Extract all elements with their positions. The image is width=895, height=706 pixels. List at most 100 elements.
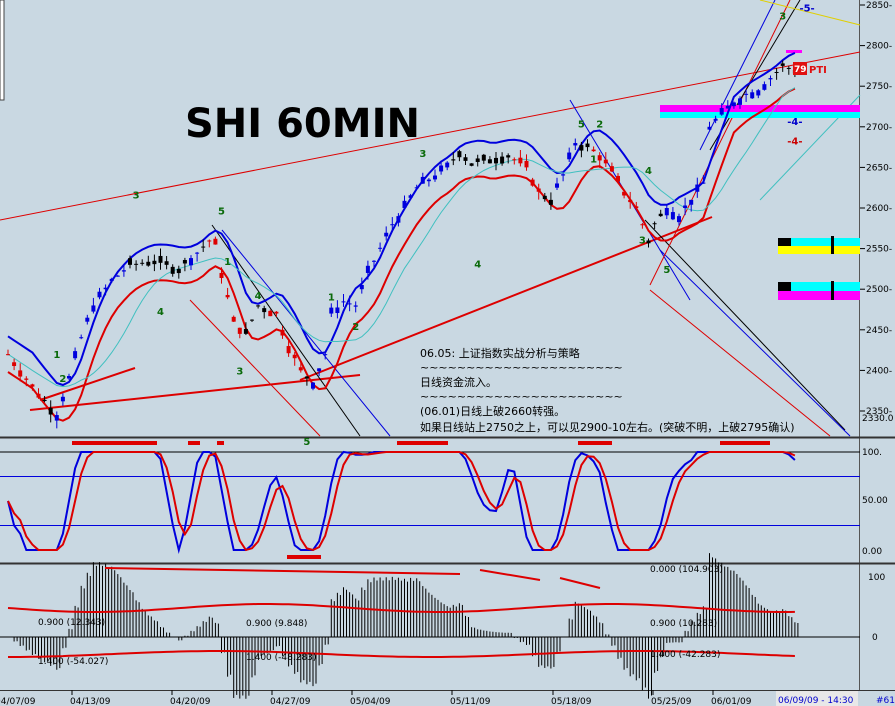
candle-body [481, 154, 486, 161]
last-price-label: 2330.0 [862, 414, 894, 424]
osc-tick-100: 100 [868, 573, 885, 583]
candle-body [115, 275, 120, 277]
candle-body [207, 240, 212, 242]
candle-body [603, 159, 608, 164]
candle-body [573, 143, 578, 146]
candle-body [640, 224, 645, 226]
date-label: 05/11/09 [450, 697, 491, 706]
candle-body [280, 329, 285, 336]
overbought-bar [397, 441, 448, 445]
candle-body [670, 212, 675, 220]
candle-body [79, 337, 84, 339]
zone-yellow [778, 246, 860, 254]
candle-body [731, 102, 736, 107]
candle-body [396, 216, 401, 223]
candle-body [158, 255, 163, 263]
price-tick-label: 2800- [866, 42, 892, 52]
count-label: 2 [596, 120, 603, 131]
candle-body [30, 384, 35, 387]
candle-body [164, 261, 169, 265]
candle-body [561, 174, 566, 176]
candle-body [707, 126, 712, 130]
candle-body [250, 319, 254, 321]
candle-body [6, 354, 10, 356]
price-tick-label: 2550- [866, 245, 892, 255]
candle-body [628, 199, 633, 203]
candle-body [701, 182, 706, 184]
candle-body [109, 278, 114, 282]
candle-body [719, 108, 724, 115]
price-tick-label: 2650- [866, 163, 892, 173]
annotation-line-2: (06.01)日线上破2660转强。 [420, 404, 565, 418]
date-label: 04/13/09 [70, 697, 111, 706]
count-label: 5 [303, 437, 310, 448]
candle-body [756, 90, 761, 96]
price-axis-panel [860, 0, 895, 706]
candle-body [506, 155, 511, 158]
candle-body [262, 308, 267, 313]
candle-body [475, 158, 480, 162]
candle-body [426, 179, 431, 182]
candle-body [359, 285, 364, 290]
osc-tick-0: 0 [872, 633, 878, 643]
candle-body [353, 305, 358, 307]
chart-window: { "chart_data": { "type": "candlestick",… [0, 0, 895, 706]
candle-body [323, 354, 328, 356]
price-tick-label: 2500- [866, 285, 892, 295]
candle-body [786, 67, 791, 69]
candle-body [408, 195, 413, 198]
candle-body [542, 195, 547, 200]
osc-label-4: 1.400 (-54.027) [38, 657, 108, 667]
candle-body [768, 78, 773, 80]
candle-body [73, 351, 78, 359]
osc-label-7: 0.000 (104.903) [650, 565, 723, 575]
candle-body [372, 260, 376, 262]
candle-body [744, 93, 749, 95]
projection-marker: -4- [787, 117, 802, 128]
price-tick-label: 2750- [866, 82, 892, 92]
annotation-line-3: 如果日线站上2750之上，可以见2900-10左右。(突破不明，上破2795确认… [420, 420, 795, 434]
candle-body [487, 159, 492, 164]
candle-body [317, 368, 322, 372]
stoch-tick-50: 50.00 [862, 496, 888, 506]
candle-body [451, 159, 456, 161]
candle-body [774, 71, 779, 73]
candle-body [622, 191, 627, 196]
candle-body [390, 224, 395, 226]
candle-body [469, 163, 474, 166]
count-label: 4 [474, 259, 481, 270]
count-label: 5 [578, 120, 585, 131]
date-label: 05/25/09 [651, 697, 692, 706]
candle-body [304, 376, 309, 379]
osc-label-3: 0.900 (10.283) [650, 619, 717, 629]
candle-body [329, 307, 334, 314]
candle-body [738, 98, 742, 105]
candle-body [652, 223, 657, 225]
annotation-rule-2: ~~~~~~~~~~~~~~~~~~~~~~ [420, 390, 623, 403]
left-scrollbar[interactable] [0, 0, 5, 101]
candle-body [134, 263, 139, 265]
zone-magenta-2 [778, 291, 860, 300]
oversold-bar [287, 555, 321, 559]
candle-body [518, 157, 523, 164]
candle-body [530, 179, 535, 186]
candle-body [689, 199, 694, 205]
date-label: 06/01/09 [711, 697, 752, 706]
zone-marker-4 [831, 281, 834, 300]
stoch-tick-100: 100. [862, 448, 882, 458]
candle-body [414, 187, 419, 189]
corner-label: #61 [876, 696, 895, 706]
candle-body [365, 265, 370, 273]
candle-body [85, 317, 90, 322]
candle-body [750, 92, 755, 99]
candle-body [780, 63, 785, 66]
chart-title: SHI 60MIN [185, 101, 420, 147]
stoch-tick-0: 0.00 [862, 547, 882, 557]
candle-body [152, 260, 157, 265]
overbought-bar [72, 441, 157, 445]
annotation-rule-1: ~~~~~~~~~~~~~~~~~~~~~~ [420, 361, 623, 374]
projection-marker: -5- [799, 3, 814, 14]
date-label: 04/27/09 [270, 697, 311, 706]
price-tick-label: 2850- [866, 1, 892, 11]
count-label: 4 [157, 307, 164, 318]
